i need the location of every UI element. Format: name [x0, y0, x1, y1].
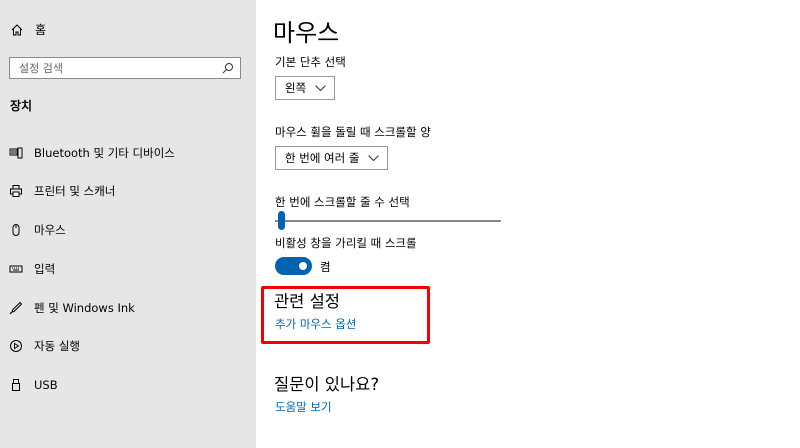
sidebar-item-label: 마우스 — [34, 223, 66, 237]
search-placeholder: 설정 검색 — [19, 62, 63, 75]
sidebar-section-title: 장치 — [10, 99, 33, 113]
sidebar-item-typing[interactable]: 입력 — [0, 250, 256, 288]
search-icon — [222, 63, 233, 74]
primary-button-dropdown[interactable]: 왼쪽 — [275, 76, 336, 100]
chevron-down-icon — [315, 84, 327, 91]
sidebar-item-label: 입력 — [34, 262, 56, 276]
sidebar-item-autoplay[interactable]: 자동 실행 — [0, 327, 256, 365]
usb-icon — [9, 378, 23, 392]
help-title: 질문이 있나요? — [274, 375, 380, 394]
primary-button-label: 기본 단추 선택 — [275, 55, 346, 69]
wheel-scroll-label: 마우스 휠을 돌릴 때 스크롤할 양 — [275, 125, 431, 139]
inactive-scroll-state: 켬 — [320, 260, 331, 274]
toggle-knob — [299, 262, 307, 270]
page-title: 마우스 — [273, 19, 340, 47]
keyboard-icon — [9, 262, 23, 276]
sidebar-item-label: USB — [34, 378, 58, 392]
wheel-scroll-value: 한 번에 여러 줄 — [285, 151, 360, 165]
sidebar-item-label: Bluetooth 및 기타 디바이스 — [34, 146, 175, 160]
chevron-down-icon — [368, 154, 380, 161]
sidebar-item-label: 펜 및 Windows Ink — [34, 301, 135, 315]
lines-to-scroll-slider-track[interactable] — [275, 220, 501, 222]
primary-button-value: 왼쪽 — [285, 81, 307, 95]
pen-icon — [9, 301, 23, 315]
main-content: 마우스 기본 단추 선택 왼쪽 마우스 휠을 돌릴 때 스크롤할 양 한 번에 … — [256, 0, 800, 448]
sidebar-item-label: 자동 실행 — [34, 339, 80, 353]
wheel-scroll-dropdown[interactable]: 한 번에 여러 줄 — [275, 146, 389, 170]
sidebar-item-printers[interactable]: 프린터 및 스캐너 — [0, 172, 256, 210]
inactive-scroll-toggle[interactable] — [275, 257, 312, 275]
sidebar: 홈 설정 검색 장치 Bluetooth 및 기타 디바이스 프린터 및 스캐너… — [0, 0, 256, 448]
sidebar-item-mouse[interactable]: 마우스 — [0, 211, 256, 249]
home-nav-item[interactable]: 홈 — [10, 21, 46, 38]
get-help-link[interactable]: 도움말 보기 — [275, 399, 332, 415]
lines-to-scroll-label: 한 번에 스크롤할 줄 수 선택 — [275, 195, 410, 209]
home-label: 홈 — [35, 23, 47, 37]
sidebar-item-label: 프린터 및 스캐너 — [34, 184, 116, 198]
home-icon — [11, 23, 23, 35]
printer-icon — [9, 184, 23, 198]
sidebar-item-usb[interactable]: USB — [0, 366, 256, 404]
highlight-annotation-box — [261, 286, 430, 344]
bluetooth-devices-icon — [9, 146, 23, 160]
sidebar-item-bluetooth[interactable]: Bluetooth 및 기타 디바이스 — [0, 134, 256, 172]
inactive-scroll-label: 비활성 창을 가리킬 때 스크롤 — [275, 236, 417, 250]
sidebar-item-pen[interactable]: 펜 및 Windows Ink — [0, 289, 256, 327]
settings-search-input[interactable]: 설정 검색 — [9, 57, 241, 79]
lines-to-scroll-slider-thumb[interactable] — [278, 211, 285, 230]
autoplay-icon — [9, 339, 23, 353]
mouse-icon — [9, 223, 23, 237]
